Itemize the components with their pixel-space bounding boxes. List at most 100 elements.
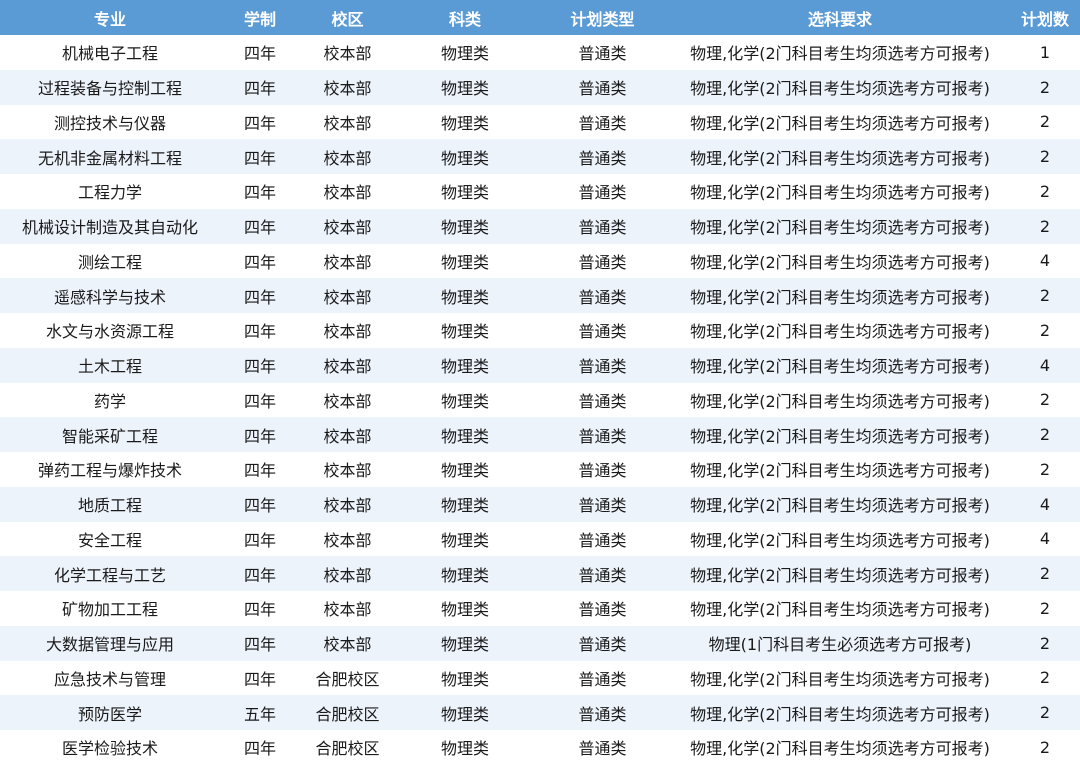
cell-subject-category: 物理类 [395, 139, 535, 174]
cell-campus: 合肥校区 [300, 660, 395, 696]
cell-major: 地质工程 [0, 486, 220, 522]
cell-plan-type: 普通类 [535, 174, 670, 209]
cell-subject-requirement: 物理,化学(2门科目考生均须选考方可报考) [670, 660, 1010, 696]
cell-plan-count: 2 [1010, 174, 1080, 209]
cell-plan-count: 2 [1010, 556, 1080, 591]
cell-major: 机械设计制造及其自动化 [0, 208, 220, 244]
cell-campus: 校本部 [300, 139, 395, 174]
cell-campus: 校本部 [300, 243, 395, 279]
cell-duration: 四年 [220, 35, 300, 70]
cell-campus: 合肥校区 [300, 730, 395, 765]
cell-plan-count: 2 [1010, 104, 1080, 140]
cell-major: 安全工程 [0, 521, 220, 557]
cell-campus: 校本部 [300, 278, 395, 313]
cell-duration: 四年 [220, 382, 300, 418]
cell-subject-category: 物理类 [395, 730, 535, 765]
cell-plan-count: 2 [1010, 417, 1080, 452]
cell-subject-requirement: 物理,化学(2门科目考生均须选考方可报考) [670, 104, 1010, 140]
enrollment-plan-table: 专业 学制 校区 科类 计划类型 选科要求 计划数 机械电子工程 四年 校本部 物理类… [0, 0, 1080, 765]
table-body: 机械电子工程 四年 校本部 物理类 普通类 物理,化学(2门科目考生均须选考方可报考) 1 过… [0, 35, 1080, 765]
cell-plan-type: 普通类 [535, 521, 670, 557]
cell-plan-count: 2 [1010, 208, 1080, 244]
cell-major: 药学 [0, 382, 220, 418]
cell-plan-type: 普通类 [535, 69, 670, 105]
cell-duration: 四年 [220, 452, 300, 487]
cell-subject-category: 物理类 [395, 347, 535, 383]
cell-plan-type: 普通类 [535, 104, 670, 140]
cell-subject-requirement: 物理,化学(2门科目考生均须选考方可报考) [670, 452, 1010, 487]
cell-plan-count: 2 [1010, 139, 1080, 174]
table-row: 地质工程 四年 校本部 物理类 普通类 物理,化学(2门科目考生均须选考方可报考) 4 [0, 486, 1080, 522]
cell-subject-requirement: 物理,化学(2门科目考生均须选考方可报考) [670, 695, 1010, 730]
cell-duration: 四年 [220, 556, 300, 591]
table-row: 工程力学 四年 校本部 物理类 普通类 物理,化学(2门科目考生均须选考方可报考) 2 [0, 174, 1080, 209]
cell-plan-type: 普通类 [535, 35, 670, 70]
cell-plan-type: 普通类 [535, 382, 670, 418]
cell-campus: 校本部 [300, 382, 395, 418]
cell-subject-requirement: 物理,化学(2门科目考生均须选考方可报考) [670, 139, 1010, 174]
cell-plan-count: 2 [1010, 591, 1080, 626]
cell-duration: 四年 [220, 278, 300, 313]
cell-plan-count: 2 [1010, 313, 1080, 348]
cell-duration: 四年 [220, 139, 300, 174]
cell-subject-category: 物理类 [395, 452, 535, 487]
table-row: 化学工程与工艺 四年 校本部 物理类 普通类 物理,化学(2门科目考生均须选考方可报考) 2 [0, 556, 1080, 591]
cell-subject-category: 物理类 [395, 278, 535, 313]
cell-duration: 四年 [220, 104, 300, 140]
header-campus: 校区 [300, 0, 395, 35]
cell-duration: 四年 [220, 69, 300, 105]
cell-plan-type: 普通类 [535, 452, 670, 487]
cell-subject-requirement: 物理,化学(2门科目考生均须选考方可报考) [670, 382, 1010, 418]
cell-major: 过程装备与控制工程 [0, 69, 220, 105]
cell-plan-type: 普通类 [535, 625, 670, 661]
cell-subject-requirement: 物理,化学(2门科目考生均须选考方可报考) [670, 174, 1010, 209]
cell-duration: 四年 [220, 486, 300, 522]
table-row: 机械设计制造及其自动化 四年 校本部 物理类 普通类 物理,化学(2门科目考生均须选考方可… [0, 208, 1080, 244]
header-duration: 学制 [220, 0, 300, 35]
cell-duration: 五年 [220, 695, 300, 730]
cell-plan-count: 2 [1010, 660, 1080, 696]
cell-major: 应急技术与管理 [0, 660, 220, 696]
cell-subject-category: 物理类 [395, 313, 535, 348]
cell-duration: 四年 [220, 660, 300, 696]
cell-plan-type: 普通类 [535, 243, 670, 279]
table-row: 矿物加工工程 四年 校本部 物理类 普通类 物理,化学(2门科目考生均须选考方可报考) 2 [0, 591, 1080, 626]
cell-campus: 校本部 [300, 521, 395, 557]
cell-plan-count: 4 [1010, 486, 1080, 522]
cell-duration: 四年 [220, 347, 300, 383]
header-plan-count: 计划数 [1010, 0, 1080, 35]
cell-duration: 四年 [220, 625, 300, 661]
table-row: 水文与水资源工程 四年 校本部 物理类 普通类 物理,化学(2门科目考生均须选考方可报考)… [0, 313, 1080, 348]
cell-major: 预防医学 [0, 695, 220, 730]
table-row: 无机非金属材料工程 四年 校本部 物理类 普通类 物理,化学(2门科目考生均须选考方可报考… [0, 139, 1080, 174]
cell-duration: 四年 [220, 417, 300, 452]
cell-plan-count: 2 [1010, 452, 1080, 487]
cell-major: 机械电子工程 [0, 35, 220, 70]
table-row: 医学检验技术 四年 合肥校区 物理类 普通类 物理,化学(2门科目考生均须选考方可报考) 2 [0, 730, 1080, 765]
cell-campus: 校本部 [300, 174, 395, 209]
cell-campus: 校本部 [300, 591, 395, 626]
cell-campus: 校本部 [300, 486, 395, 522]
cell-subject-category: 物理类 [395, 243, 535, 279]
cell-plan-type: 普通类 [535, 695, 670, 730]
cell-subject-category: 物理类 [395, 104, 535, 140]
cell-campus: 校本部 [300, 556, 395, 591]
cell-subject-category: 物理类 [395, 660, 535, 696]
header-subject-category: 科类 [395, 0, 535, 35]
cell-plan-count: 2 [1010, 69, 1080, 105]
cell-major: 矿物加工工程 [0, 591, 220, 626]
cell-duration: 四年 [220, 730, 300, 765]
cell-campus: 校本部 [300, 35, 395, 70]
cell-major: 测控技术与仪器 [0, 104, 220, 140]
cell-major: 智能采矿工程 [0, 417, 220, 452]
cell-plan-type: 普通类 [535, 417, 670, 452]
cell-plan-count: 2 [1010, 730, 1080, 765]
table-row: 安全工程 四年 校本部 物理类 普通类 物理,化学(2门科目考生均须选考方可报考) 4 [0, 521, 1080, 557]
cell-major: 无机非金属材料工程 [0, 139, 220, 174]
table-row: 过程装备与控制工程 四年 校本部 物理类 普通类 物理,化学(2门科目考生均须选考方可报考… [0, 69, 1080, 105]
table-header: 专业 学制 校区 科类 计划类型 选科要求 计划数 [0, 0, 1080, 35]
cell-campus: 校本部 [300, 313, 395, 348]
cell-subject-requirement: 物理,化学(2门科目考生均须选考方可报考) [670, 313, 1010, 348]
cell-subject-category: 物理类 [395, 625, 535, 661]
cell-subject-category: 物理类 [395, 417, 535, 452]
